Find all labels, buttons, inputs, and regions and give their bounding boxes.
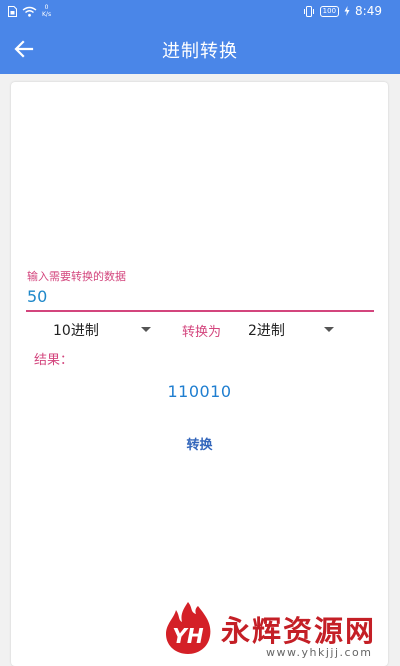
dropdown-arrow-icon (324, 327, 334, 332)
network-speed-unit: K/s (42, 11, 52, 18)
status-time: 8:49 (355, 4, 382, 18)
vibrate-icon (303, 5, 314, 17)
sim-card-icon (8, 5, 17, 17)
watermark-title: 永辉资源网 (221, 614, 377, 648)
to-base-value: 2进制 (248, 323, 285, 339)
status-left: 0 K/s (8, 4, 51, 18)
convert-button[interactable]: 转换 (11, 434, 388, 453)
watermark-logo-icon: YH (166, 602, 211, 654)
watermark-logo-text: YH (172, 624, 203, 648)
convert-to-label: 转换为 (182, 325, 222, 340)
from-base-dropdown[interactable]: 10进制 (53, 320, 153, 340)
network-speed: 0 K/s (42, 4, 51, 18)
watermark-url: www.yhkjjj.com (266, 646, 373, 659)
app-bar: 进制转换 (0, 24, 400, 74)
status-bar: 0 K/s 100 8:49 (0, 0, 400, 24)
dropdown-arrow-icon (141, 327, 151, 332)
result-label: 结果： (34, 353, 74, 368)
battery-indicator: 100 (319, 5, 340, 17)
number-input[interactable] (26, 282, 374, 312)
status-right: 100 8:49 (303, 4, 382, 18)
charging-icon (344, 6, 350, 16)
from-base-value: 10进制 (53, 323, 99, 339)
to-base-dropdown[interactable]: 2进制 (248, 320, 348, 340)
wifi-icon (22, 6, 37, 17)
network-speed-value: 0 (44, 4, 49, 11)
page-title: 进制转换 (162, 41, 238, 62)
watermark: YH 永辉资源网 www.yhkjjj.com (160, 600, 390, 666)
result-value: 110010 (167, 382, 232, 401)
converter-card: 输入需要转换的数据 10进制 转换为 2进制 结果： 110010 转换 (11, 82, 388, 666)
